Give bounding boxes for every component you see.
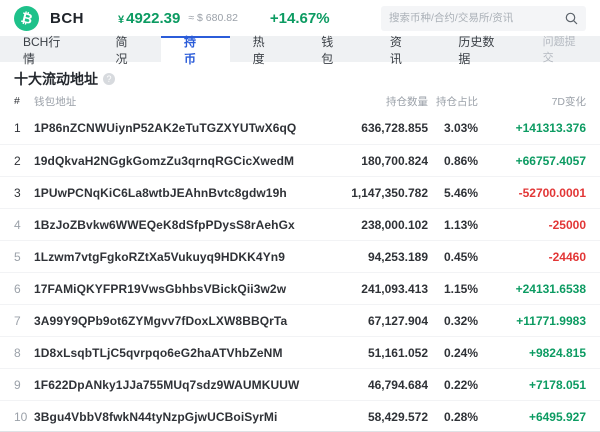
quantity-cell: 51,161.052 — [367, 345, 428, 360]
ratio-cell: 1.13% — [443, 217, 478, 232]
rank-cell: 2 — [14, 153, 21, 168]
tab-news[interactable]: 资讯 — [367, 35, 436, 66]
table-row[interactable]: 1 1P86nZCNWUiynP52AK2eTuTGZXYUTwX6qQ 636… — [0, 112, 600, 144]
ratio-cell: 0.45% — [443, 249, 478, 264]
ratio-cell: 0.24% — [443, 345, 478, 360]
quantity-cell: 58,429.572 — [367, 409, 428, 424]
table-header: # 钱包地址 持仓数量 持仓占比 7D变化 — [0, 90, 600, 112]
tab-wallet[interactable]: 钱包 — [298, 35, 367, 66]
change-7d-cell: +6495.927 — [528, 409, 586, 424]
help-icon[interactable] — [103, 73, 115, 85]
rank-cell: 7 — [14, 313, 21, 328]
table-row[interactable]: 10 3Bgu4VbbV8fwkN44tyNzpGjwUCBoiSyrMi 58… — [0, 400, 600, 432]
rank-cell: 3 — [14, 185, 21, 200]
rank-cell: 4 — [14, 217, 21, 232]
tab-history-data[interactable]: 历史数据 — [435, 35, 526, 66]
ratio-cell: 0.22% — [443, 377, 478, 392]
tab-bar: BCH行情 简况 持币 热度 钱包 资讯 历史数据 问题提交 — [0, 35, 600, 66]
quantity-cell: 238,000.102 — [361, 217, 428, 232]
rank-cell: 8 — [14, 345, 21, 360]
rank-cell: 6 — [14, 281, 21, 296]
table-row[interactable]: 6 17FAMiQKYFPR19VwsGbhbsVBickQii3w2w 241… — [0, 272, 600, 304]
quantity-cell: 94,253.189 — [367, 249, 428, 264]
table-body: 1 1P86nZCNWUiynP52AK2eTuTGZXYUTwX6qQ 636… — [0, 112, 600, 432]
table-row[interactable]: 4 1BzJoZBvkw6WWEQeK8dSfpPDysS8rAehGx 238… — [0, 208, 600, 240]
table-row[interactable]: 2 19dQkvaH2NGgkGomzZu3qrnqRGCicXwedM 180… — [0, 144, 600, 176]
table-row[interactable]: 5 1Lzwm7vtgFgkoRZtXa5Vukuyq9HDKK4Yn9 94,… — [0, 240, 600, 272]
wallet-address[interactable]: 3Bgu4VbbV8fwkN44tyNzpGjwUCBoiSyrMi — [34, 410, 318, 424]
wallet-address[interactable]: 1BzJoZBvkw6WWEQeK8dSfpPDysS8rAehGx — [34, 218, 318, 232]
ratio-cell: 0.86% — [443, 153, 478, 168]
quantity-cell: 636,728.855 — [361, 121, 428, 135]
coin-name: BCH — [50, 9, 84, 27]
change-7d-cell: +9824.815 — [528, 345, 586, 360]
price-value: 4922.39 — [126, 9, 181, 27]
coin-price-usd: ≈ $ 680.82 — [188, 12, 238, 24]
header-quantity: 持仓数量 — [386, 95, 428, 108]
header-ratio: 持仓占比 — [436, 95, 478, 108]
wallet-address[interactable]: 1Lzwm7vtgFgkoRZtXa5Vukuyq9HDKK4Yn9 — [34, 250, 318, 264]
wallet-address[interactable]: 3A99Y9QPb9ot6ZYMgvv7fDoxLXW8BBQrTa — [34, 314, 318, 328]
quantity-cell: 180,700.824 — [361, 153, 428, 168]
table-row[interactable]: 9 1F622DpANky1JJa755MUq7sdz9WAUMKUUW 46,… — [0, 368, 600, 400]
search-icon[interactable] — [565, 12, 578, 25]
section-header: 十大流动地址 — [0, 62, 600, 90]
ratio-cell: 0.28% — [443, 409, 478, 424]
change-7d-cell: +24131.6538 — [515, 281, 586, 296]
search-box[interactable] — [381, 5, 586, 31]
tab-bch-market[interactable]: BCH行情 — [0, 35, 92, 66]
price-change-percent: +14.67% — [269, 9, 330, 27]
change-7d-cell: -25000 — [548, 217, 586, 232]
change-7d-cell: +11771.9983 — [516, 313, 586, 328]
bch-coin-icon: ₿ — [14, 5, 39, 31]
section-title: 十大流动地址 — [14, 71, 98, 87]
rank-cell: 10 — [14, 409, 28, 424]
ratio-cell: 0.32% — [443, 313, 478, 328]
issue-submit-link[interactable]: 问题提交 — [527, 36, 600, 64]
header-rank: # — [14, 95, 20, 107]
rank-cell: 5 — [14, 249, 21, 264]
top-bar: ₿ BCH ¥4922.39 ≈ $ 680.82 +14.67% — [0, 0, 600, 36]
wallet-address[interactable]: 1P86nZCNWUiynP52AK2eTuTGZXYUTwX6qQ — [34, 121, 318, 135]
wallet-address[interactable]: 17FAMiQKYFPR19VwsGbhbsVBickQii3w2w — [34, 282, 318, 296]
wallet-address[interactable]: 19dQkvaH2NGgkGomzZu3qrnqRGCicXwedM — [34, 154, 318, 168]
rank-cell: 9 — [14, 377, 21, 392]
tab-overview[interactable]: 简况 — [92, 35, 161, 66]
table-row[interactable]: 7 3A99Y9QPb9ot6ZYMgvv7fDoxLXW8BBQrTa 67,… — [0, 304, 600, 336]
quantity-cell: 1,147,350.782 — [351, 185, 428, 200]
quantity-cell: 67,127.904 — [367, 313, 428, 328]
tab-heat[interactable]: 热度 — [230, 35, 299, 66]
quantity-cell: 46,794.684 — [367, 377, 428, 392]
change-7d-cell: +66757.4057 — [515, 153, 586, 168]
change-7d-cell: -24460 — [548, 249, 586, 264]
table-row[interactable]: 3 1PUwPCNqKiC6La8wtbJEAhnBvtc8gdw19h 1,1… — [0, 176, 600, 208]
search-input[interactable] — [389, 12, 565, 24]
wallet-address[interactable]: 1D8xLsqbTLjC5qvrpqo6eG2haATVhbZeNM — [34, 346, 318, 360]
quantity-cell: 241,093.413 — [361, 281, 428, 296]
header-7d-change: 7D变化 — [551, 95, 586, 108]
cny-symbol: ¥ — [118, 13, 125, 26]
change-7d-cell: -52700.0001 — [518, 185, 586, 200]
ratio-cell: 1.15% — [443, 281, 478, 296]
tab-holdings[interactable]: 持币 — [161, 35, 230, 66]
ratio-cell: 5.46% — [443, 185, 478, 200]
wallet-address[interactable]: 1F622DpANky1JJa755MUq7sdz9WAUMKUUW — [34, 378, 318, 392]
table-row[interactable]: 8 1D8xLsqbTLjC5qvrpqo6eG2haATVhbZeNM 51,… — [0, 336, 600, 368]
rank-cell: 1 — [14, 121, 21, 135]
change-7d-cell: +7178.051 — [528, 377, 586, 392]
coin-price-cny: ¥4922.39 — [118, 10, 180, 27]
change-7d-cell: +141313.376 — [515, 121, 586, 135]
header-wallet-address: 钱包地址 — [34, 95, 77, 108]
ratio-cell: 3.03% — [443, 121, 478, 135]
bch-holdings-page: ₿ BCH ¥4922.39 ≈ $ 680.82 +14.67% BCH行情 … — [0, 0, 600, 432]
wallet-address[interactable]: 1PUwPCNqKiC6La8wtbJEAhnBvtc8gdw19h — [34, 186, 318, 200]
